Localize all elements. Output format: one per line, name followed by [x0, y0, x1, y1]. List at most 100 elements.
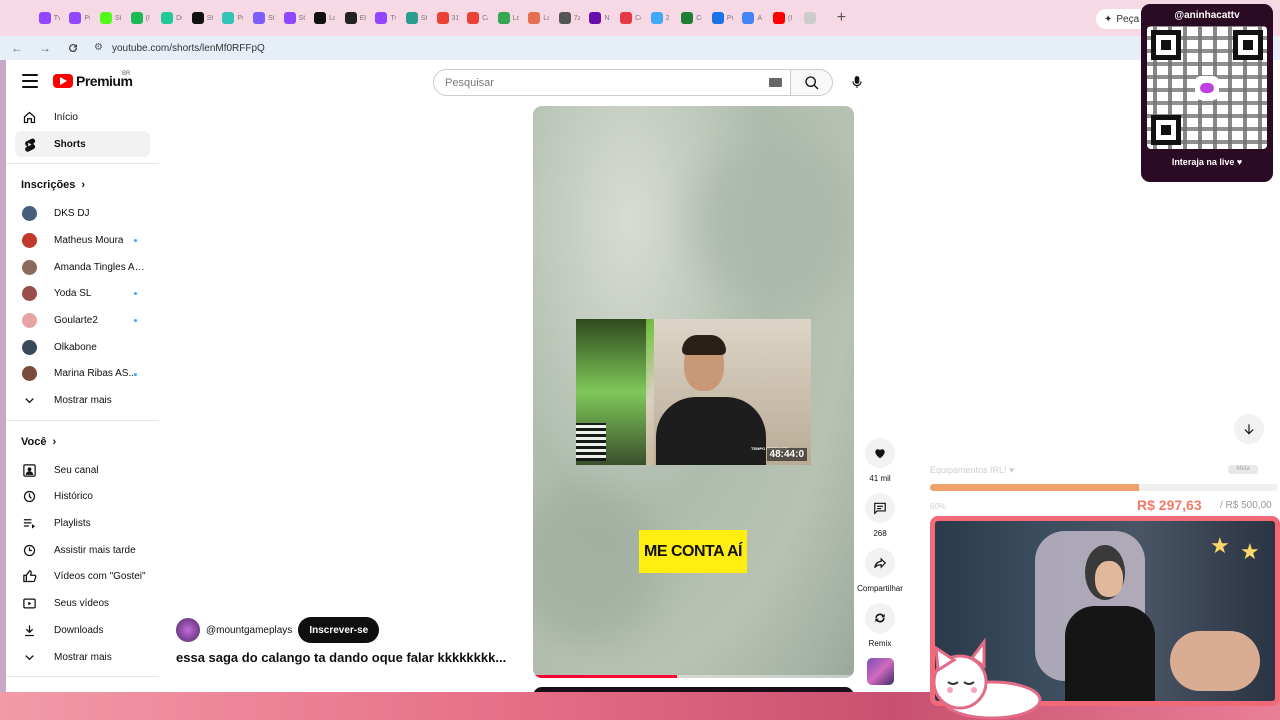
sidebar-item-home[interactable]: Início: [6, 104, 159, 131]
browser-tab[interactable]: Lc: [309, 6, 340, 30]
video-progress-bar[interactable]: [533, 675, 854, 678]
url-field[interactable]: ⚙ youtube.com/shorts/lenMf0RFFpQ: [86, 37, 1126, 59]
sound-thumbnail[interactable]: [857, 658, 903, 685]
youtube-play-icon: [53, 74, 73, 88]
show-more-subscriptions[interactable]: Mostrar mais: [6, 387, 159, 414]
subscribe-button[interactable]: Inscrever-se: [298, 617, 380, 643]
sidebar-item-your-videos[interactable]: Seus vídeos: [6, 590, 159, 617]
sidebar-subscription[interactable]: DKS DJ: [6, 200, 159, 227]
browser-tab[interactable]: Lc: [524, 6, 555, 30]
sidebar-subscription[interactable]: Goularte2: [6, 307, 159, 334]
avatar: [22, 286, 37, 302]
forward-button[interactable]: →: [34, 37, 56, 59]
sidebar-subscription[interactable]: Yoda SL: [6, 280, 159, 307]
chevron-down-icon: [25, 654, 34, 660]
browser-tab[interactable]: St: [187, 6, 218, 30]
show-more-you[interactable]: Mostrar mais: [6, 644, 159, 671]
browser-tab[interactable]: (I: [126, 6, 157, 30]
browser-tab[interactable]: 31: [432, 6, 463, 30]
back-button[interactable]: ←: [6, 37, 28, 59]
next-video-button[interactable]: [1234, 414, 1264, 444]
share-action[interactable]: Compartilhar: [857, 548, 903, 593]
sidebar-item-playlist[interactable]: Playlists: [6, 510, 159, 537]
streamer-figure: [656, 335, 766, 465]
avatar: [22, 206, 37, 222]
channel-avatar[interactable]: [176, 618, 200, 642]
new-content-dot: [134, 239, 137, 243]
browser-tab[interactable]: El: [340, 6, 371, 30]
sidebar-item-channel[interactable]: Seu canal: [6, 457, 159, 484]
watch-later-icon: [23, 544, 36, 556]
sidebar-item-like[interactable]: Vídeos com "Gostei": [6, 564, 159, 591]
like-icon: [23, 570, 37, 583]
next-short-preview[interactable]: [533, 687, 854, 692]
browser-tab[interactable]: St: [279, 6, 310, 30]
keyboard-icon[interactable]: [769, 78, 782, 87]
new-tab-button[interactable]: +: [829, 6, 853, 30]
browser-tab[interactable]: St: [248, 6, 279, 30]
sidebar-subscription[interactable]: Marina Ribas AS...: [6, 361, 159, 388]
shorts-icon: [25, 138, 36, 152]
tab-favicon-icon: [620, 12, 633, 24]
tab-favicon-icon: [375, 12, 388, 24]
browser-tab[interactable]: [799, 6, 830, 30]
browser-tab[interactable]: Cc: [676, 6, 707, 30]
sidebar-item-shorts[interactable]: Shorts: [15, 130, 150, 158]
sidebar-item-history[interactable]: Histórico: [6, 484, 159, 511]
streamer-clip: TEMPO RESTANTE 48:44:0: [576, 319, 811, 465]
like-action[interactable]: 41 mil: [857, 438, 903, 483]
browser-tab[interactable]: Pc: [65, 6, 96, 30]
browser-tab[interactable]: Pr: [707, 6, 738, 30]
site-info-icon[interactable]: ⚙: [94, 42, 106, 54]
tab-favicon-icon: [344, 12, 357, 24]
qr-code: [1147, 26, 1267, 149]
tab-favicon-icon: [222, 12, 235, 24]
chevron-right-icon: ›: [81, 179, 86, 192]
browser-tab[interactable]: (I: [768, 6, 799, 30]
reload-icon: [69, 44, 78, 53]
clip-qr-code: [576, 423, 606, 461]
short-video-player[interactable]: TEMPO RESTANTE 48:44:0 ME CONTA AÍ: [533, 106, 854, 678]
comments-action[interactable]: 268: [857, 493, 903, 538]
search-input[interactable]: Pesquisar: [433, 69, 791, 96]
browser-tab[interactable]: St: [401, 6, 432, 30]
avatar: [22, 312, 37, 328]
remix-action[interactable]: Remix: [857, 603, 903, 648]
avatar: [22, 259, 37, 275]
youtube-header: Premium BR Pesquisar: [6, 60, 1280, 104]
browser-tab[interactable]: Tv: [371, 6, 402, 30]
new-content-dot: [134, 372, 137, 376]
youtube-logo[interactable]: Premium BR: [53, 71, 133, 89]
menu-icon[interactable]: [22, 74, 38, 88]
history-icon: [23, 491, 36, 503]
channel-name[interactable]: @mountgameplays: [206, 625, 292, 636]
browser-tab[interactable]: Cc: [615, 6, 646, 30]
sidebar-item-watch-later[interactable]: Assistir mais tarde: [6, 537, 159, 564]
you-heading[interactable]: Você ›: [6, 427, 159, 457]
video-title[interactable]: essa saga do calango ta dando oque falar…: [176, 650, 506, 665]
tab-favicon-icon: [803, 12, 816, 24]
qr-cta: Interaja na live ♥: [1171, 157, 1243, 167]
tab-favicon-icon: [681, 12, 694, 24]
browser-tab[interactable]: Ca: [462, 6, 493, 30]
search-button[interactable]: [791, 69, 833, 96]
sidebar-subscription[interactable]: Amanda Tingles AS...: [6, 254, 159, 281]
new-content-dot: [134, 292, 137, 296]
reload-button[interactable]: [62, 37, 84, 59]
address-bar-row: ← → ⚙ youtube.com/shorts/lenMf0RFFpQ: [0, 36, 1280, 60]
browser-tab[interactable]: 2: [646, 6, 677, 30]
sidebar-subscription[interactable]: Olkabone: [6, 334, 159, 361]
tab-favicon-icon: [283, 12, 296, 24]
browser-tab[interactable]: Tv: [34, 6, 65, 30]
sidebar-item-download[interactable]: Downloads: [6, 617, 159, 644]
browser-tab[interactable]: Pr: [218, 6, 249, 30]
browser-tab[interactable]: N: [585, 6, 616, 30]
browser-tab[interactable]: Lc: [493, 6, 524, 30]
voice-search-button[interactable]: [843, 68, 871, 96]
browser-tab[interactable]: A: [738, 6, 769, 30]
sidebar-subscription[interactable]: Matheus Moura: [6, 227, 159, 254]
browser-tab[interactable]: St: [95, 6, 126, 30]
browser-tab[interactable]: Di: [156, 6, 187, 30]
browser-tab[interactable]: 7z: [554, 6, 585, 30]
subscriptions-heading[interactable]: Inscrições ›: [6, 170, 159, 200]
